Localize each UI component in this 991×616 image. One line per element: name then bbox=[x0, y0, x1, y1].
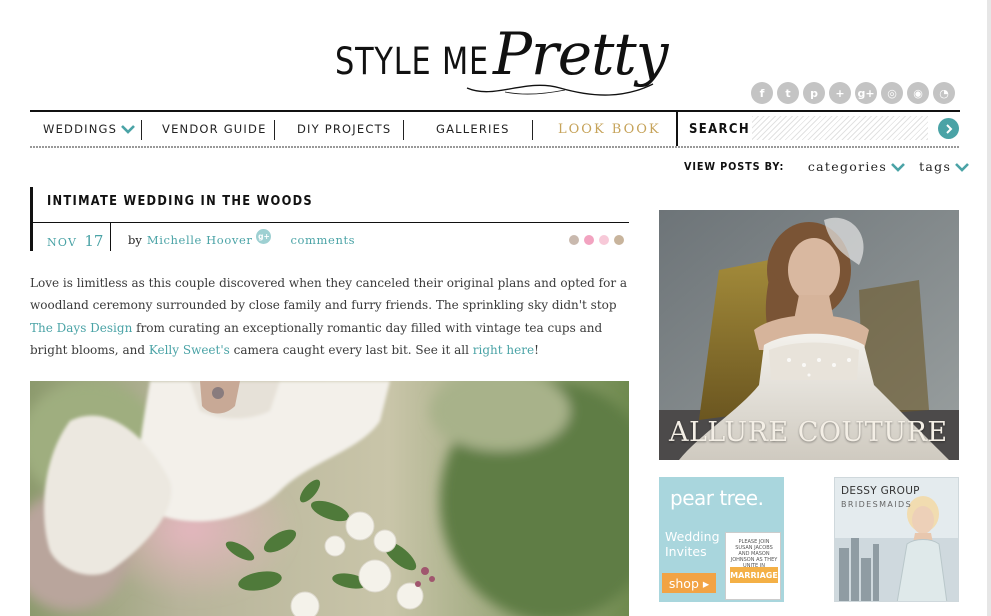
post-byline: by Michelle Hoover g+ comments bbox=[128, 228, 355, 247]
search-label: SEARCH bbox=[689, 121, 750, 137]
chevron-down-icon bbox=[891, 162, 905, 172]
palette-dot bbox=[599, 235, 609, 245]
page-scrollbar[interactable] bbox=[987, 0, 991, 616]
logo-swash bbox=[466, 83, 654, 96]
pear-tree-logo: pear tree. bbox=[670, 486, 764, 510]
chevron-down-icon bbox=[955, 162, 970, 172]
facebook-icon[interactable]: f bbox=[751, 82, 773, 104]
post-title[interactable]: INTIMATE WEDDING IN THE WOODS bbox=[47, 193, 313, 209]
categories-label: categories bbox=[807, 159, 888, 174]
main-nav: WEDDINGS VENDOR GUIDE DIY PROJECTS GALLE… bbox=[30, 112, 960, 146]
post-body-text: Love is limitless as this couple discove… bbox=[30, 276, 628, 313]
post-date-day: 17 bbox=[84, 232, 104, 250]
post-hero-image[interactable] bbox=[30, 381, 629, 616]
twitter-icon[interactable]: t bbox=[777, 82, 799, 104]
categories-dropdown[interactable]: categories bbox=[808, 159, 905, 174]
post-body-text: ! bbox=[534, 343, 539, 358]
nav-look-book[interactable]: LOOK BOOK bbox=[558, 112, 661, 146]
tags-label: tags bbox=[919, 159, 952, 174]
pinterest-icon[interactable]: p bbox=[803, 82, 825, 104]
palette-dot bbox=[584, 235, 594, 245]
vendor-link-the-days-design[interactable]: The Days Design bbox=[30, 321, 132, 335]
invitation-card-text: PLEASE JOIN SUSAN JACOBS AND MASON JOHNS… bbox=[730, 539, 778, 569]
pear-tree-shop-button[interactable]: shop ▸ bbox=[662, 573, 716, 593]
bride-bouquet-photo bbox=[30, 381, 629, 616]
google-plus-icon[interactable]: g+ bbox=[256, 228, 272, 244]
right-here-link[interactable]: right here bbox=[473, 343, 534, 357]
bloglovin-icon[interactable]: ◉ bbox=[907, 82, 929, 104]
tags-dropdown[interactable]: tags bbox=[919, 159, 970, 174]
invitation-card-marriage: MARRIAGE bbox=[730, 567, 778, 583]
ad-dessy-group[interactable]: DESSY GROUP BRIDESMAIDS bbox=[834, 477, 959, 602]
site-logo[interactable]: STYLE ME Pretty bbox=[335, 14, 668, 106]
view-posts-label: VIEW POSTS BY: bbox=[684, 160, 785, 173]
post-body: Love is limitless as this couple discove… bbox=[30, 272, 630, 362]
nav-vendor-guide[interactable]: VENDOR GUIDE bbox=[162, 112, 267, 146]
instagram-icon[interactable]: ◎ bbox=[881, 82, 903, 104]
nav-divider bbox=[403, 120, 404, 140]
nav-diy-projects[interactable]: DIY PROJECTS bbox=[297, 112, 391, 146]
ad-allure-text: ALLURE COUTURE bbox=[669, 417, 948, 448]
nav-weddings[interactable]: WEDDINGS bbox=[43, 112, 136, 146]
search-block: SEARCH bbox=[676, 112, 960, 146]
nav-look-book-label: LOOK BOOK bbox=[558, 121, 661, 137]
palette-dot bbox=[569, 235, 579, 245]
nav-diy-projects-label: DIY PROJECTS bbox=[297, 122, 392, 136]
nav-galleries-label: GALLERIES bbox=[436, 122, 510, 136]
post-title-rule bbox=[30, 222, 629, 223]
post-color-palette bbox=[569, 235, 624, 245]
date-divider bbox=[110, 223, 111, 251]
ad-allure-couture[interactable]: ALLURE COUTURE bbox=[659, 210, 959, 460]
comments-link[interactable]: comments bbox=[290, 233, 355, 247]
nav-weddings-label: WEDDINGS bbox=[43, 122, 118, 136]
dessy-subtitle: BRIDESMAIDS bbox=[841, 500, 913, 509]
post-date-month: NOV bbox=[47, 236, 78, 249]
post-accent-bar bbox=[30, 187, 33, 251]
search-submit-button[interactable] bbox=[938, 118, 959, 139]
nav-vendor-guide-label: VENDOR GUIDE bbox=[162, 122, 267, 136]
social-links: f t p + g+ ◎ ◉ ◔ bbox=[751, 82, 955, 104]
google-plus-icon[interactable]: g+ bbox=[855, 82, 877, 104]
ad-pear-tree[interactable]: pear tree. Wedding Invites shop ▸ PLEASE… bbox=[659, 477, 784, 602]
view-posts-by: VIEW POSTS BY: categories tags bbox=[684, 159, 970, 174]
arrow-right-icon bbox=[945, 123, 952, 134]
vendor-link-kelly-sweet[interactable]: Kelly Sweet's bbox=[149, 343, 230, 357]
chevron-down-icon bbox=[121, 125, 136, 134]
byline-by: by bbox=[128, 233, 142, 247]
nav-bottom-rule bbox=[30, 146, 960, 148]
nav-divider bbox=[532, 120, 533, 140]
post-date: NOV 17 bbox=[47, 231, 103, 250]
nav-divider bbox=[141, 120, 142, 140]
plus-icon[interactable]: + bbox=[829, 82, 851, 104]
invitation-card: PLEASE JOIN SUSAN JACOBS AND MASON JOHNS… bbox=[725, 532, 781, 600]
search-input[interactable] bbox=[752, 116, 928, 140]
nav-divider bbox=[274, 120, 275, 140]
palette-dot bbox=[614, 235, 624, 245]
author-link[interactable]: Michelle Hoover bbox=[147, 233, 253, 247]
nav-galleries[interactable]: GALLERIES bbox=[436, 112, 510, 146]
post-body-text: camera caught every last bit. See it all bbox=[229, 343, 473, 358]
pear-tree-subtitle: Wedding Invites bbox=[665, 529, 720, 559]
dessy-brand: DESSY GROUP bbox=[841, 485, 920, 497]
rss-icon[interactable]: ◔ bbox=[933, 82, 955, 104]
